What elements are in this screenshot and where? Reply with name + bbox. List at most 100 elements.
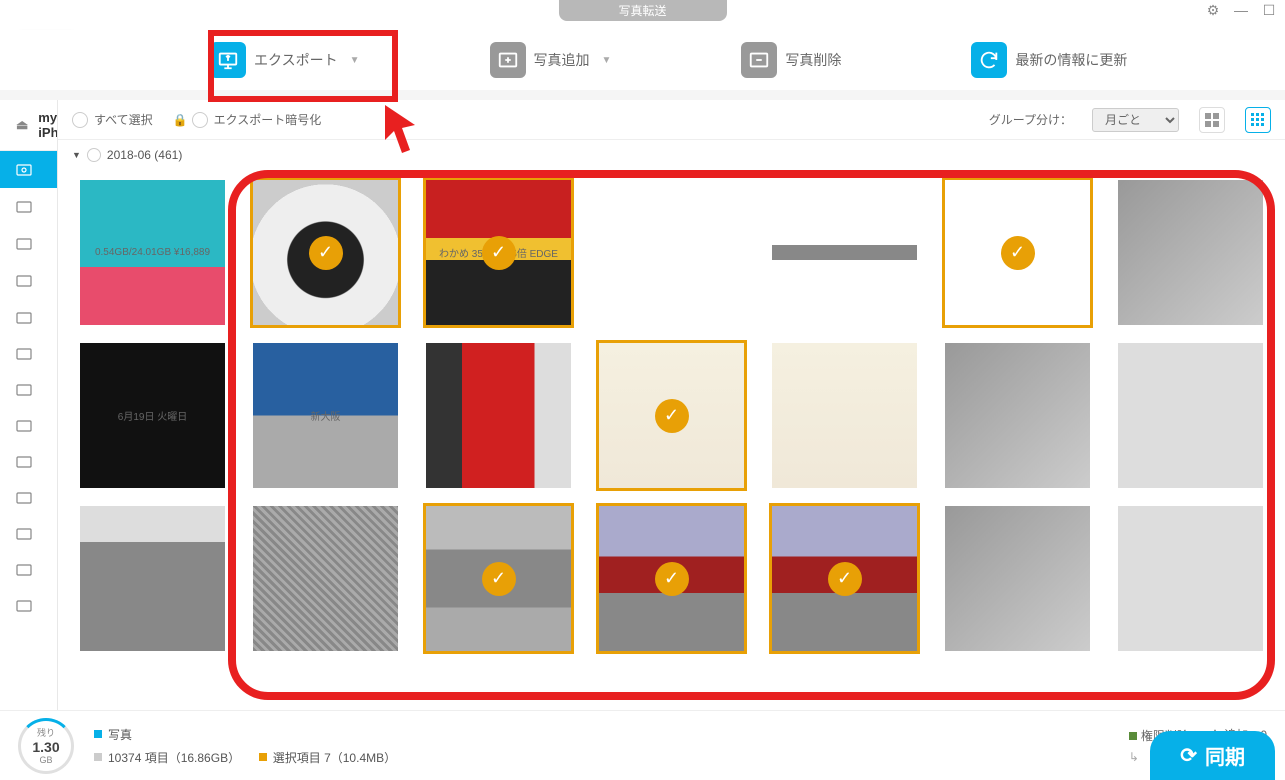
content: すべて選択 🔒エクスポート暗号化 グループ分け： 月ごと ▼ 2018-06 (… (58, 100, 1285, 710)
storage-remaining-label: 残り (37, 726, 55, 739)
selected-line: 選択項目 7（10.4MB） (273, 749, 396, 766)
sidebar-item[interactable]: DJI Import (0) (0, 480, 57, 516)
photo-thumbnail[interactable]: 新大阪 (253, 343, 398, 488)
refresh-button[interactable]: 最新の情報に更新 (971, 42, 1127, 78)
selected-check-icon: ✓ (482, 562, 516, 596)
export-label: エクスポート (254, 50, 338, 70)
device-name: my-iPhone (38, 110, 58, 140)
chevron-down-icon: ▼ (602, 55, 612, 66)
photo-thumbnail[interactable] (772, 180, 917, 325)
view-large-button[interactable] (1199, 107, 1225, 133)
photo-thumbnail[interactable]: わかめ 35周年3.5倍 EDGE✓ (426, 180, 571, 325)
sidebar-item[interactable]: CARPTURE FOR… (0) (0, 372, 57, 408)
footer-legend: 写真 10374 項目（16.86GB） 選択項目 7（10.4MB） (94, 726, 396, 766)
gear-icon[interactable]: ⚙ (1203, 0, 1223, 20)
delete-photo-icon (741, 42, 777, 78)
export-icon (210, 42, 246, 78)
sidebar-item[interactable]: Clips (0) (0, 408, 57, 444)
thumb-text: 6月19日 火曜日 (114, 404, 191, 427)
photo-thumbnail[interactable] (426, 343, 571, 488)
sidebar-item[interactable]: パノラマ (19) (0, 225, 57, 262)
photo-thumbnail[interactable]: ✓ (599, 506, 744, 651)
photo-grid: 0.54GB/24.01GB ¥16,889✓わかめ 35周年3.5倍 EDGE… (58, 170, 1285, 710)
photo-thumbnail[interactable] (945, 343, 1090, 488)
export-button[interactable]: エクスポート ▼ (210, 42, 360, 78)
photo-thumbnail[interactable] (253, 506, 398, 651)
photo-thumbnail[interactable]: ✓ (599, 343, 744, 488)
delete-photo-button[interactable]: 写真削除 (741, 42, 841, 78)
photo-thumbnail[interactable]: ✓ (253, 180, 398, 325)
album-icon (16, 236, 32, 252)
sidebar-item[interactable]: FLIR ONE (1) (0, 588, 57, 624)
items-line: 10374 項目（16.86GB） (108, 749, 240, 766)
main-area: ⏏ my-iPhone カメラロール (10374)セルフィー (86)パノラマ… (0, 100, 1285, 710)
photo-thumbnail[interactable] (1118, 180, 1263, 325)
toolbar: エクスポート ▼ 写真追加 ▼ 写真削除 最新の情報に更新 (0, 30, 1285, 90)
selected-check-icon: ✓ (828, 562, 862, 596)
album-icon (16, 346, 32, 362)
filter-bar: すべて選択 🔒エクスポート暗号化 グループ分け： 月ごと (58, 100, 1285, 140)
photo-thumbnail[interactable]: 0.54GB/24.01GB ¥16,889 (80, 180, 225, 325)
photo-thumbnail[interactable] (772, 343, 917, 488)
storage-unit: GB (39, 755, 52, 765)
album-icon (16, 418, 32, 434)
album-icon (16, 382, 32, 398)
sidebar: ⏏ my-iPhone カメラロール (10374)セルフィー (86)パノラマ… (0, 100, 58, 710)
sidebar-item[interactable]: Crop on the Fly (0) (0, 444, 57, 480)
sidebar-item[interactable]: 連続撮影 (292) (0, 262, 57, 299)
storage-ring: 残り 1.30 GB (18, 718, 74, 774)
photo-thumbnail[interactable] (945, 506, 1090, 651)
titlebar: 写真転送 ⚙ — ☐ (0, 0, 1285, 20)
window-title: 写真転送 (558, 0, 726, 21)
lock-icon: 🔒 (173, 113, 188, 127)
sidebar-item[interactable]: カメラロール (10374) (0, 151, 57, 188)
photo-thumbnail[interactable]: ✓ (772, 506, 917, 651)
photo-thumbnail[interactable] (599, 180, 744, 325)
group-by-label: グループ分け： (989, 111, 1072, 128)
photo-thumbnail[interactable]: 6月19日 火曜日 (80, 343, 225, 488)
album-icon (16, 526, 32, 542)
selected-check-icon: ✓ (482, 236, 516, 270)
selected-check-icon: ✓ (1001, 236, 1035, 270)
group-by-select[interactable]: 月ごと (1092, 108, 1179, 132)
device-header[interactable]: ⏏ my-iPhone (0, 100, 57, 151)
view-small-button[interactable] (1245, 107, 1271, 133)
album-icon (16, 162, 32, 178)
encrypt-export-checkbox[interactable]: 🔒エクスポート暗号化 (173, 111, 322, 129)
sync-icon: ⟳ (1180, 743, 1197, 768)
delete-photo-label: 写真削除 (785, 50, 841, 70)
album-icon (16, 310, 32, 326)
add-photo-label: 写真追加 (534, 50, 590, 70)
photos-label: 写真 (108, 726, 132, 743)
refresh-icon (971, 42, 1007, 78)
photo-thumbnail[interactable] (1118, 343, 1263, 488)
sidebar-item[interactable]: DJI Works (0) (0, 552, 57, 588)
album-icon (16, 454, 32, 470)
sync-button[interactable]: ⟳ 同期 (1150, 731, 1275, 780)
sidebar-item[interactable]: スクリーンショット (1085) (0, 299, 57, 336)
photo-thumbnail[interactable]: ✓ (426, 506, 571, 651)
maximize-icon[interactable]: ☐ (1259, 0, 1279, 20)
chevron-down-icon: ▼ (350, 55, 360, 66)
thumb-text: 新大阪 (307, 404, 345, 427)
footer: 残り 1.30 GB 写真 10374 項目（16.86GB） 選択項目 7（1… (0, 710, 1285, 780)
sync-label: 同期 (1205, 741, 1245, 770)
group-header[interactable]: ▼ 2018-06 (461) (58, 140, 1285, 170)
group-checkbox[interactable] (87, 148, 101, 162)
add-photo-button[interactable]: 写真追加 ▼ (490, 42, 612, 78)
select-all-checkbox[interactable]: すべて選択 (72, 111, 153, 129)
minimize-icon[interactable]: — (1231, 0, 1251, 20)
album-icon (16, 490, 32, 506)
sidebar-item[interactable]: 360cam Photos (0) (0, 336, 57, 372)
collapse-icon: ▼ (72, 150, 81, 160)
refresh-label: 最新の情報に更新 (1015, 50, 1127, 70)
photo-thumbnail[interactable] (1118, 506, 1263, 651)
sidebar-item[interactable]: セルフィー (86) (0, 188, 57, 225)
sidebar-item[interactable]: DJI VISION (0) (0, 516, 57, 552)
storage-value: 1.30 (32, 739, 59, 755)
photo-thumbnail[interactable] (80, 506, 225, 651)
photo-thumbnail[interactable]: ✓ (945, 180, 1090, 325)
thumb-text: 0.54GB/24.01GB ¥16,889 (91, 243, 214, 262)
album-icon (16, 598, 32, 614)
album-icon (16, 199, 32, 215)
